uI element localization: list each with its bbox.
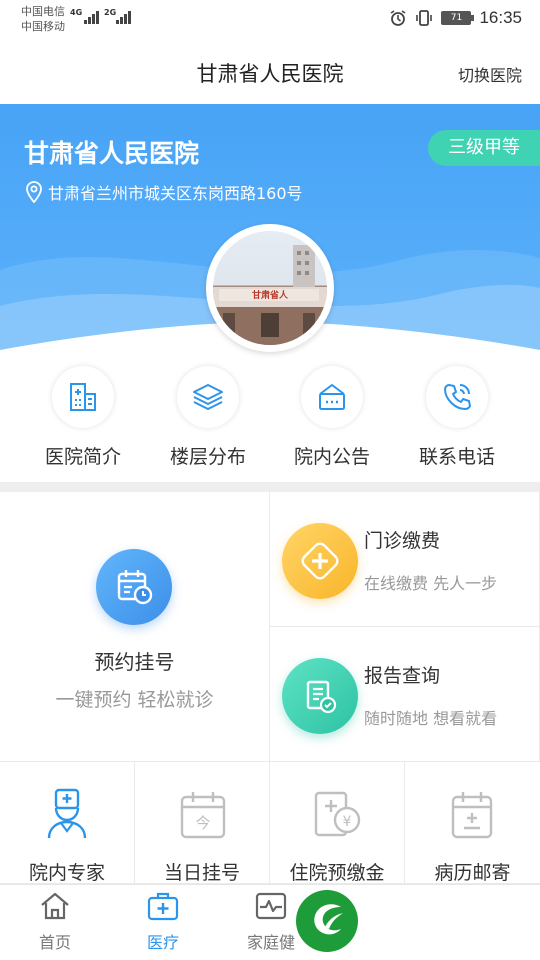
appointment-calendar-icon [117,570,153,605]
deposit-label: 住院预缴金 [289,862,385,884]
quick-link-label: 楼层分布 [169,446,246,468]
payment-title: 门诊缴费 [364,530,441,552]
network-type-2: 2G [104,8,117,17]
quick-link-label: 医院简介 [44,446,121,468]
vibrate-icon [416,10,433,26]
svg-text:¥: ¥ [343,814,352,830]
svg-text:今: 今 [195,814,210,832]
home-icon [41,892,69,920]
quick-link-floors[interactable]: 楼层分布 [148,366,268,469]
record-mail-label: 病历邮寄 [434,862,511,884]
quick-link-introduction[interactable]: 医院简介 [23,366,143,469]
tab-label: 医疗 [146,933,179,952]
calendar-today-icon: 今 [180,792,226,839]
building-icon [70,383,96,411]
health-monitor-icon [255,892,287,920]
address-text: 甘肃省兰州市城关区东岗西路160号 [48,184,303,203]
network-type-1: 4G [70,8,83,17]
signal-icon [84,10,100,24]
hospital-sign-text: 甘肃省人 [252,289,289,301]
status-bar: 中国电信 中国移动 4G 2G 71 16:35 [0,0,540,40]
tab-medical[interactable]: 医疗 [108,891,218,953]
appointment-card[interactable]: 预约挂号 一键预约 轻松就诊 [0,492,270,762]
quick-links: 医院简介 楼层分布 院内公告 联系电话 [0,360,540,482]
bottom-tab-bar: 首页 医疗 家庭健 [0,884,540,960]
section-divider [0,482,540,492]
carrier-1: 中国电信 [21,5,65,18]
same-day-label: 当日挂号 [163,862,240,884]
hospital-name: 甘肃省人民医院 [24,139,200,168]
quick-link-notices[interactable]: 院内公告 [272,366,392,469]
inpatient-deposit-button[interactable]: ¥ 住院预缴金 [270,762,405,884]
layers-icon [193,384,223,410]
hospital-grade-badge: 三级甲等 [428,130,540,166]
hospital-experts-button[interactable]: 院内专家 [0,762,135,884]
outpatient-payment-card[interactable]: 门诊缴费 在线缴费 先人一步 [270,492,540,627]
quick-link-label: 院内公告 [293,446,370,468]
payment-plus-icon [301,542,339,580]
notice-board-icon [319,384,345,410]
hospital-building-image: 甘肃省人 [213,245,327,345]
report-title: 报告查询 [364,665,441,687]
service-grid: 预约挂号 一键预约 轻松就诊 门诊缴费 在线缴费 先人一步 报告查询 随时随地 … [0,492,540,884]
hospital-photo: 甘肃省人 [206,224,334,352]
clock: 16:35 [479,8,522,27]
report-query-card[interactable]: 报告查询 随时随地 想看就看 [270,627,540,762]
carrier-2: 中国移动 [21,20,65,33]
experts-label: 院内专家 [28,862,105,884]
location-pin-icon [26,181,42,203]
tab-home[interactable]: 首页 [0,891,110,953]
phone-icon [444,384,471,410]
floating-app-logo-button[interactable] [296,890,358,952]
medical-record-icon [451,792,493,839]
quick-link-label: 联系电话 [418,446,495,468]
appointment-title: 预约挂号 [94,650,175,674]
signal-icon [116,10,132,24]
doctor-icon [47,788,87,839]
hospital-address[interactable]: 甘肃省兰州市城关区东岗西路160号 [24,180,303,204]
medical-record-mail-button[interactable]: 病历邮寄 [405,762,540,884]
quick-link-phone[interactable]: 联系电话 [397,366,517,469]
report-subtitle: 随时随地 想看就看 [364,709,498,728]
appointment-subtitle: 一键预约 轻松就诊 [55,689,214,711]
nav-bar: 甘肃省人民医院 切换医院 [0,40,540,104]
same-day-registration-button[interactable]: 今 当日挂号 [135,762,270,884]
battery-icon: 71 [441,11,475,25]
alarm-icon [391,10,406,26]
carrier-info: 中国电信 中国移动 [21,4,65,34]
payment-subtitle: 在线缴费 先人一步 [364,574,498,593]
leaf-logo-icon [314,904,343,935]
tab-label: 首页 [38,933,71,952]
switch-hospital-button[interactable]: 切换医院 [458,62,522,86]
report-document-icon [306,680,337,714]
medical-kit-icon [147,892,179,921]
deposit-icon: ¥ [314,791,361,837]
